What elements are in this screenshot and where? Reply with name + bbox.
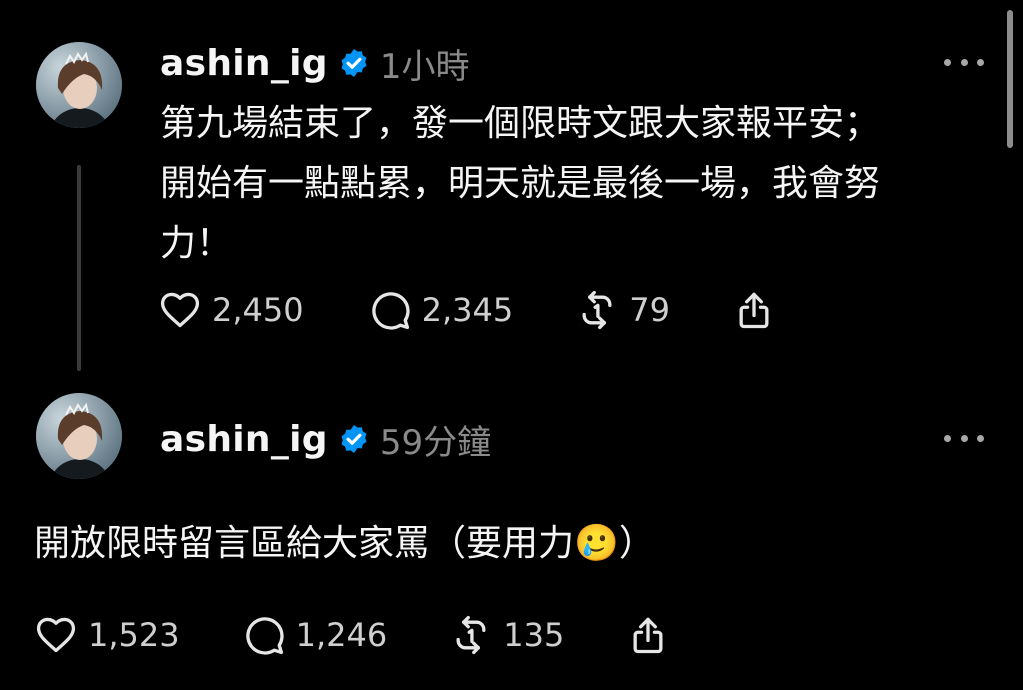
repost-icon bbox=[575, 288, 619, 332]
username[interactable]: ashin_ig bbox=[160, 419, 328, 460]
heart-icon bbox=[34, 613, 78, 657]
post-header: ashin_ig 1小時 bbox=[160, 40, 470, 87]
reply-count: 1,246 bbox=[295, 616, 388, 654]
comment-icon bbox=[368, 288, 412, 332]
post-text-line: 開始有一點點累，明天就是最後一場，我會努 bbox=[160, 163, 881, 204]
post-header: ashin_ig 59分鐘 bbox=[160, 416, 492, 463]
repost-count: 135 bbox=[503, 616, 565, 654]
repost-icon bbox=[449, 613, 493, 657]
post-actions: 1,523 1,246 135 bbox=[34, 613, 670, 657]
post-text-line: 力！ bbox=[160, 223, 233, 264]
reply-button[interactable]: 2,345 bbox=[368, 288, 514, 332]
comment-icon bbox=[242, 613, 286, 657]
avatar[interactable] bbox=[36, 42, 122, 128]
post-text-line: 第九場結束了，發一個限時文跟大家報平安； bbox=[160, 103, 881, 144]
like-button[interactable]: 1,523 bbox=[34, 613, 180, 657]
more-options-icon[interactable] bbox=[944, 428, 984, 448]
verified-badge-icon bbox=[338, 423, 370, 455]
share-button[interactable] bbox=[626, 613, 670, 657]
post-actions: 2,450 2,345 79 bbox=[158, 288, 776, 332]
avatar-image bbox=[36, 393, 122, 479]
share-icon bbox=[626, 613, 670, 657]
like-button[interactable]: 2,450 bbox=[158, 288, 304, 332]
share-icon bbox=[732, 288, 776, 332]
post-text-line: 開放限時留言區給大家罵（要用力🥲） bbox=[34, 523, 655, 564]
avatar[interactable] bbox=[36, 393, 122, 479]
repost-count: 79 bbox=[629, 291, 670, 329]
avatar-image bbox=[36, 42, 122, 128]
post-timestamp: 59分鐘 bbox=[379, 422, 492, 463]
post-timestamp: 1小時 bbox=[379, 46, 470, 87]
username[interactable]: ashin_ig bbox=[160, 43, 328, 84]
repost-button[interactable]: 79 bbox=[575, 288, 670, 332]
verified-badge-icon bbox=[338, 47, 370, 79]
like-count: 2,450 bbox=[212, 291, 304, 329]
like-count: 1,523 bbox=[88, 616, 180, 654]
share-button[interactable] bbox=[732, 288, 776, 332]
scrollbar[interactable] bbox=[1007, 10, 1013, 148]
repost-button[interactable]: 135 bbox=[449, 613, 564, 657]
more-options-icon[interactable] bbox=[944, 52, 984, 72]
thread-connector-line bbox=[77, 165, 81, 371]
post-text: 開放限時留言區給大家罵（要用力🥲） bbox=[34, 514, 655, 574]
reply-button[interactable]: 1,246 bbox=[242, 613, 388, 657]
heart-icon bbox=[158, 288, 202, 332]
reply-count: 2,345 bbox=[421, 291, 514, 329]
post-text: 第九場結束了，發一個限時文跟大家報平安； 開始有一點點累，明天就是最後一場，我會… bbox=[160, 94, 880, 274]
